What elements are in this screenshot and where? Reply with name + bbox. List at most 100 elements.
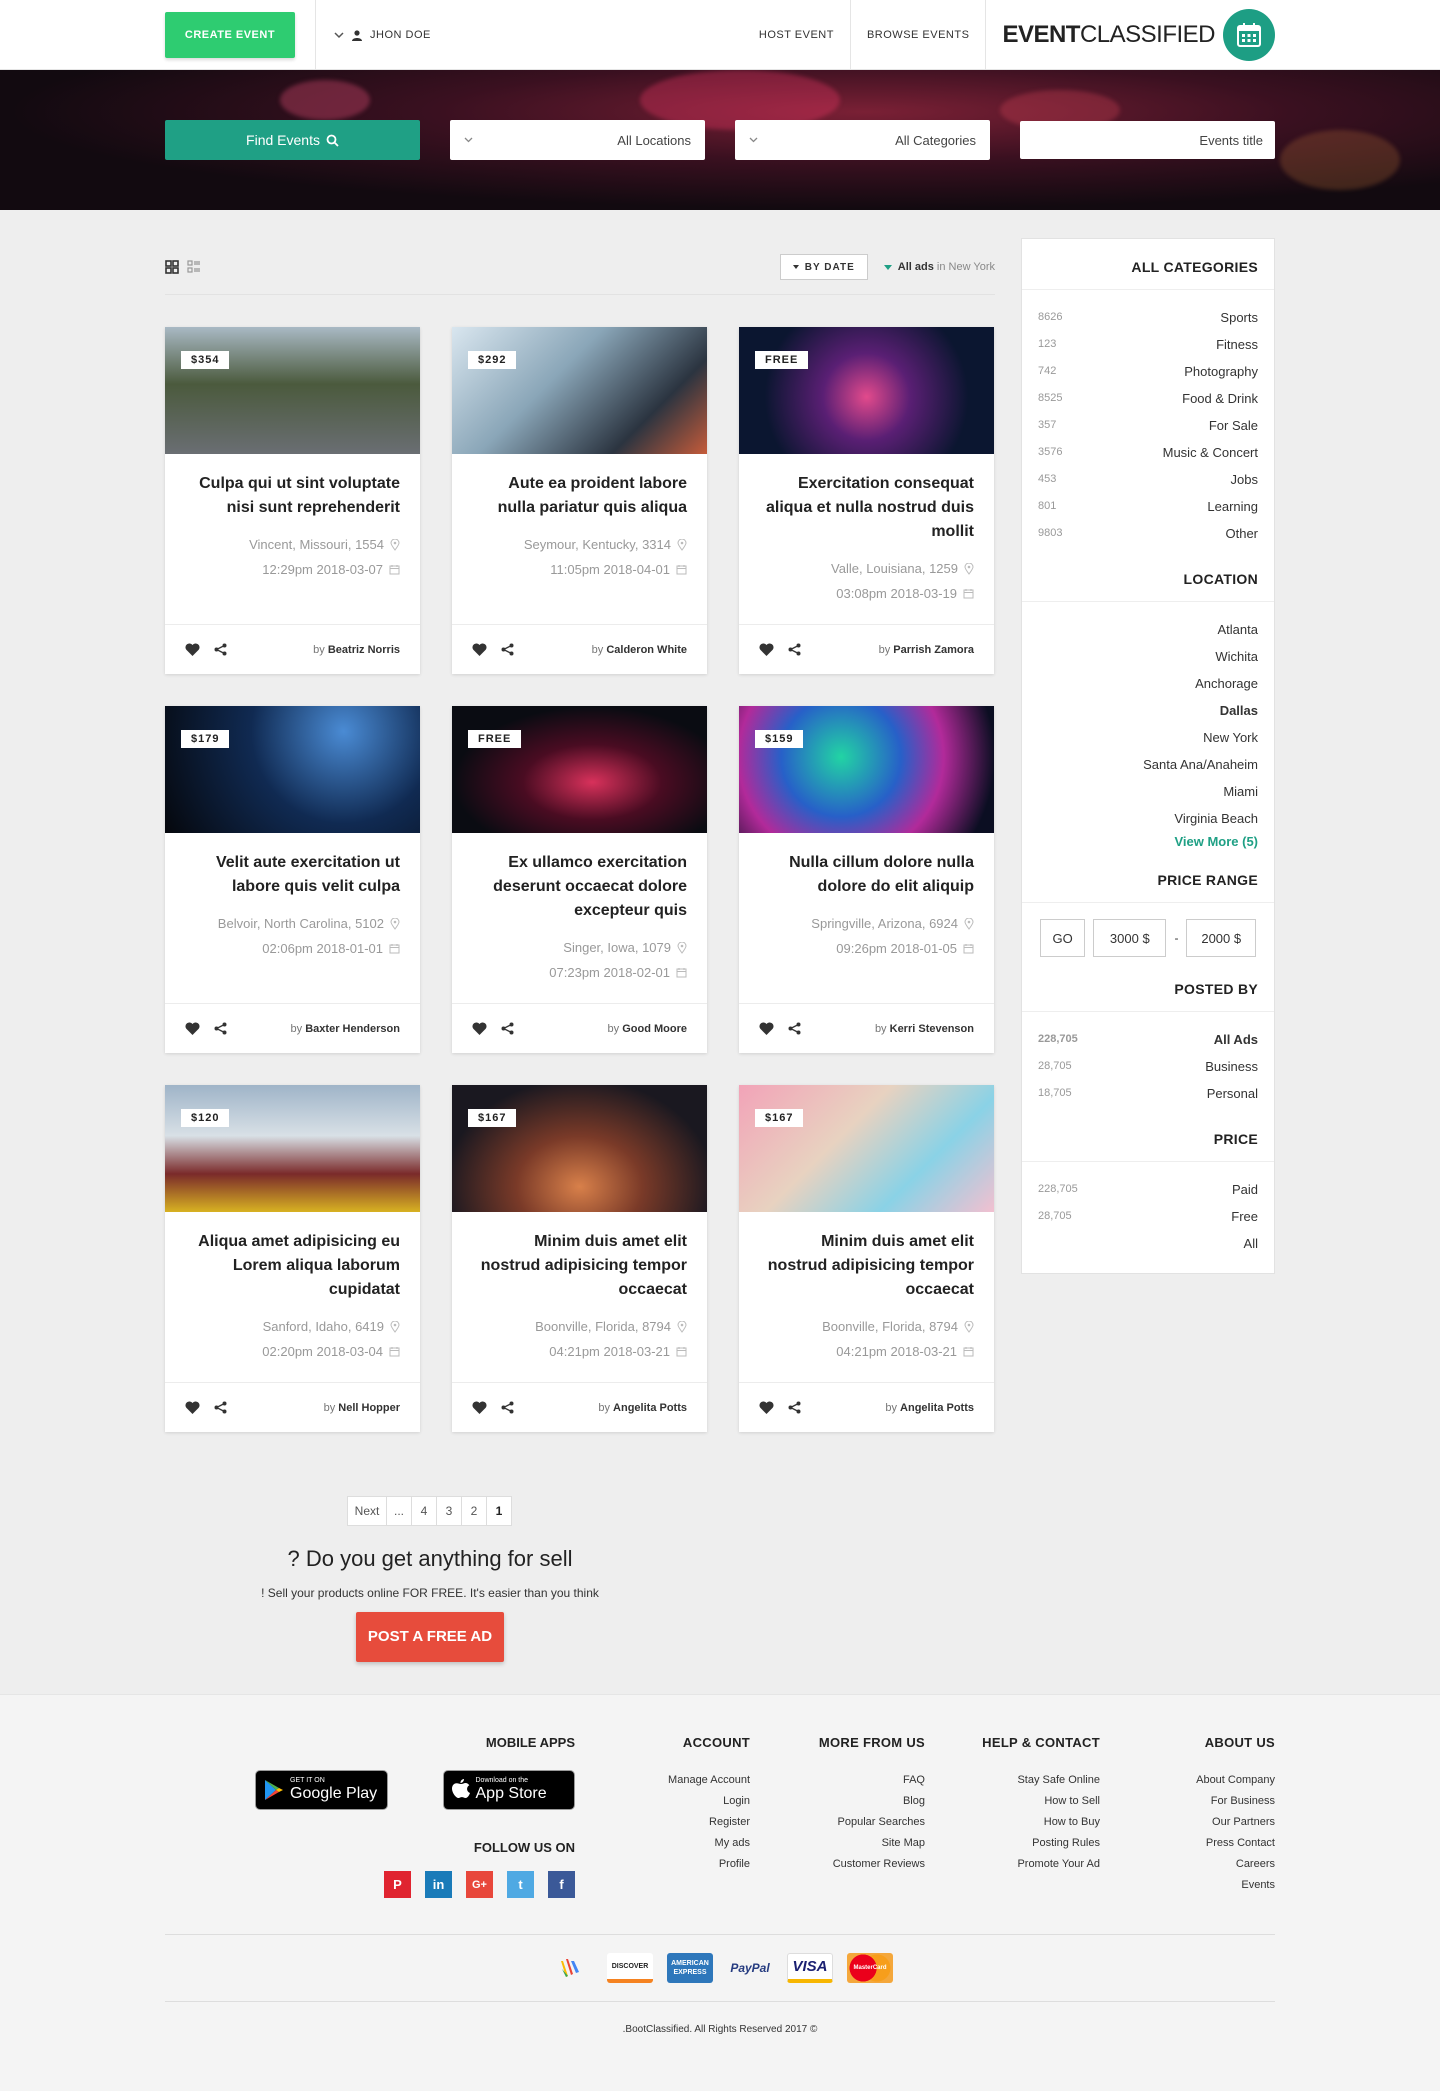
- facebook-icon[interactable]: f: [548, 1871, 575, 1898]
- event-title[interactable]: Velit aute exercitation ut labore quis v…: [185, 851, 400, 899]
- event-card[interactable]: $167 Minim duis amet elit nostrud adipis…: [739, 1085, 994, 1432]
- pinterest-icon[interactable]: P: [384, 1871, 411, 1898]
- logo[interactable]: EVENTCLASSIFIED: [986, 9, 1275, 61]
- price-min-input[interactable]: 3000 $: [1093, 919, 1167, 957]
- share-icon[interactable]: [214, 1401, 227, 1414]
- event-card[interactable]: FREE Exercitation consequat aliqua et nu…: [739, 327, 994, 674]
- heart-icon[interactable]: [759, 1022, 774, 1035]
- linkedin-icon[interactable]: in: [425, 1871, 452, 1898]
- footer-link[interactable]: Customer Reviews: [750, 1854, 925, 1875]
- footer-link[interactable]: My ads: [575, 1833, 750, 1854]
- footer-link[interactable]: Site Map: [750, 1833, 925, 1854]
- filter-option[interactable]: 357 For Sale: [1038, 412, 1258, 439]
- heart-icon[interactable]: [759, 1401, 774, 1414]
- footer-link[interactable]: Press Contact: [1100, 1833, 1275, 1854]
- event-card[interactable]: $179 Velit aute exercitation ut labore q…: [165, 706, 420, 1053]
- share-icon[interactable]: [788, 1401, 801, 1414]
- google-play-button[interactable]: GET IT ON Google Play: [255, 1770, 388, 1810]
- filter-option[interactable]: 801 Learning: [1038, 493, 1258, 520]
- filter-option[interactable]: 18,705 Personal: [1038, 1080, 1258, 1107]
- footer-link[interactable]: Events: [1100, 1875, 1275, 1896]
- footer-link[interactable]: For Business: [1100, 1791, 1275, 1812]
- event-author[interactable]: Angelita Potts: [900, 1402, 974, 1414]
- event-card[interactable]: $292 Aute ea proident labore nulla paria…: [452, 327, 707, 674]
- event-image[interactable]: FREE: [452, 706, 707, 833]
- filter-option[interactable]: 28,705 Business: [1038, 1053, 1258, 1080]
- filter-option[interactable]: Miami: [1038, 778, 1258, 805]
- pagination-page-4[interactable]: 4: [411, 1496, 437, 1526]
- event-title[interactable]: Ex ullamco exercitation deserunt occaeca…: [472, 851, 687, 923]
- event-card[interactable]: FREE Ex ullamco exercitation deserunt oc…: [452, 706, 707, 1053]
- footer-link[interactable]: Manage Account: [575, 1770, 750, 1791]
- footer-link[interactable]: Blog: [750, 1791, 925, 1812]
- filter-option[interactable]: All: [1038, 1230, 1258, 1257]
- event-author[interactable]: Kerri Stevenson: [890, 1023, 974, 1035]
- location-select[interactable]: All Locations: [450, 120, 705, 160]
- footer-link[interactable]: Popular Searches: [750, 1812, 925, 1833]
- event-card[interactable]: $167 Minim duis amet elit nostrud adipis…: [452, 1085, 707, 1432]
- share-icon[interactable]: [501, 643, 514, 656]
- event-image[interactable]: $120: [165, 1085, 420, 1212]
- event-card[interactable]: $354 Culpa qui ut sint voluptate nisi su…: [165, 327, 420, 674]
- post-free-ad-button[interactable]: POST A FREE AD: [356, 1612, 504, 1662]
- event-author[interactable]: Nell Hopper: [338, 1402, 400, 1414]
- heart-icon[interactable]: [472, 1401, 487, 1414]
- footer-link[interactable]: Login: [575, 1791, 750, 1812]
- event-image[interactable]: $292: [452, 327, 707, 454]
- heart-icon[interactable]: [185, 643, 200, 656]
- footer-link[interactable]: About Company: [1100, 1770, 1275, 1791]
- filter-option[interactable]: 228,705 Paid: [1038, 1176, 1258, 1203]
- footer-link[interactable]: Careers: [1100, 1854, 1275, 1875]
- event-image[interactable]: FREE: [739, 327, 994, 454]
- event-author[interactable]: Angelita Potts: [613, 1402, 687, 1414]
- share-icon[interactable]: [788, 1022, 801, 1035]
- pagination-page-3[interactable]: 3: [436, 1496, 462, 1526]
- filter-option[interactable]: Virginia Beach: [1038, 805, 1258, 832]
- event-author[interactable]: Baxter Henderson: [305, 1023, 400, 1035]
- heart-icon[interactable]: [185, 1401, 200, 1414]
- filter-option[interactable]: 8626 Sports: [1038, 304, 1258, 331]
- event-title[interactable]: Minim duis amet elit nostrud adipisicing…: [759, 1230, 974, 1302]
- filter-option[interactable]: 742 Photography: [1038, 358, 1258, 385]
- event-image[interactable]: $167: [452, 1085, 707, 1212]
- user-menu[interactable]: JHON DOE: [334, 29, 431, 41]
- filter-option[interactable]: Atlanta: [1038, 616, 1258, 643]
- events-title-input[interactable]: [1020, 121, 1275, 159]
- share-icon[interactable]: [501, 1401, 514, 1414]
- filter-option[interactable]: 3576 Music & Concert: [1038, 439, 1258, 466]
- footer-link[interactable]: How to Sell: [925, 1791, 1100, 1812]
- event-card[interactable]: $159 Nulla cillum dolore nulla dolore do…: [739, 706, 994, 1053]
- event-title[interactable]: Aute ea proident labore nulla pariatur q…: [472, 472, 687, 520]
- event-image[interactable]: $159: [739, 706, 994, 833]
- event-author[interactable]: Good Moore: [622, 1023, 687, 1035]
- filter-option[interactable]: 453 Jobs: [1038, 466, 1258, 493]
- twitter-icon[interactable]: t: [507, 1871, 534, 1898]
- footer-link[interactable]: Promote Your Ad: [925, 1854, 1100, 1875]
- event-title[interactable]: Aliqua amet adipisicing eu Lorem aliqua …: [185, 1230, 400, 1302]
- event-author[interactable]: Beatriz Norris: [328, 644, 400, 656]
- category-select[interactable]: All Categories: [735, 120, 990, 160]
- filter-option[interactable]: New York: [1038, 724, 1258, 751]
- filter-option[interactable]: Wichita: [1038, 643, 1258, 670]
- filter-option[interactable]: 123 Fitness: [1038, 331, 1258, 358]
- pagination-ellipsis[interactable]: ...: [386, 1496, 412, 1526]
- heart-icon[interactable]: [472, 643, 487, 656]
- event-title[interactable]: Culpa qui ut sint voluptate nisi sunt re…: [185, 472, 400, 520]
- list-view-icon[interactable]: [187, 260, 201, 274]
- sort-by-date-button[interactable]: BY DATE: [779, 254, 868, 280]
- event-title[interactable]: Exercitation consequat aliqua et nulla n…: [759, 472, 974, 544]
- google-plus-icon[interactable]: G+: [466, 1871, 493, 1898]
- event-author[interactable]: Calderon White: [606, 644, 687, 656]
- footer-link[interactable]: FAQ: [750, 1770, 925, 1791]
- event-title[interactable]: Nulla cillum dolore nulla dolore do elit…: [759, 851, 974, 899]
- find-events-button[interactable]: Find Events: [165, 120, 420, 160]
- filter-option[interactable]: Santa Ana/Anaheim: [1038, 751, 1258, 778]
- footer-link[interactable]: Stay Safe Online: [925, 1770, 1100, 1791]
- event-image[interactable]: $354: [165, 327, 420, 454]
- filter-option[interactable]: Dallas: [1038, 697, 1258, 724]
- footer-link[interactable]: Profile: [575, 1854, 750, 1875]
- footer-link[interactable]: Posting Rules: [925, 1833, 1100, 1854]
- pagination-page-1[interactable]: 1: [486, 1496, 512, 1526]
- pagination-page-2[interactable]: 2: [461, 1496, 487, 1526]
- filter-option[interactable]: 9803 Other: [1038, 520, 1258, 547]
